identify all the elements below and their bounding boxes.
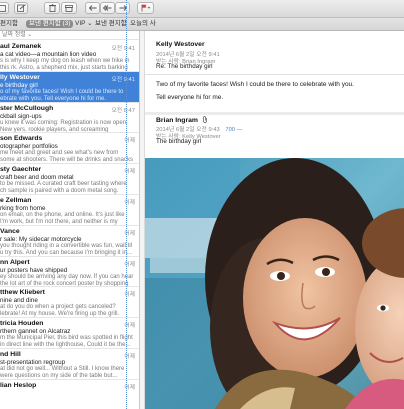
message-body-line: Two of my favorite faces! Wish I could b…	[156, 81, 354, 88]
favorite-sent-selected[interactable]: 보낸 편지함 (3)	[26, 20, 74, 28]
favorite-today[interactable]: 오늘의 사	[127, 20, 159, 28]
reply-button[interactable]	[85, 2, 100, 14]
message-time: 오전 8:47	[111, 107, 135, 114]
mail-window: 편지함 보낸 편지함 (3) VIP ⌄ 보낸 편지함 오늘의 사 날짜 정렬 …	[0, 0, 404, 409]
message-sender: nd Hill	[0, 351, 21, 358]
reply-all-button[interactable]	[100, 2, 115, 14]
message-preview: you thought riding in a convertible was …	[0, 242, 133, 256]
favorite-sent[interactable]: 보낸 편지함	[92, 20, 130, 28]
archive-button[interactable]	[61, 2, 77, 14]
message-preview: on email, on the phone, and online. It's…	[0, 212, 125, 225]
message-sender: sty Gaechter	[0, 166, 42, 174]
message-sender: Brian Ingram	[156, 116, 208, 124]
message-preview: m the Municipal Pier, this bird was spot…	[0, 335, 133, 349]
message-subject: e birthday girl	[0, 81, 38, 89]
message-list-item[interactable]: lian Heslop 어제	[0, 380, 139, 409]
message-list-item[interactable]: tthew Kliebert 어제 nine and dine at do you d…	[0, 287, 139, 319]
delete-button[interactable]	[44, 2, 60, 14]
message-sender: lly Westover	[0, 73, 40, 81]
details-link[interactable]: 700 —	[225, 127, 242, 133]
message-sender: lian Heslop	[0, 381, 37, 389]
message-list-item[interactable]: aul Zemanek 오전 9:41 a cat video—a mountain…	[0, 41, 139, 72]
message-subject: ckball sign-ups	[0, 112, 42, 120]
reply-icon	[88, 5, 96, 11]
message-sender: tricia Houden	[0, 320, 44, 328]
compose-icon	[0, 4, 6, 12]
reply-all-icon	[103, 5, 112, 11]
sender-name: Brian Ingram	[156, 117, 198, 124]
paperclip-icon	[202, 116, 207, 123]
alignment-guide	[126, 0, 127, 409]
message-preview: at did not go well... Without a Still. I…	[0, 366, 125, 379]
reading-pane: Kelly Westover 2014년 6월 2일 오전 9:41 받는 사람…	[145, 31, 404, 409]
message-list-item[interactable]: nd Hill 어제 st-presentation regroup at did n…	[0, 349, 139, 380]
message-preview: to be missed. A curated craft beer tasti…	[0, 181, 127, 195]
message-list-item[interactable]: e Zellman 어제 rking from home on email, on t…	[0, 195, 139, 226]
forward-button[interactable]	[115, 2, 130, 14]
flag-button[interactable]	[137, 2, 154, 14]
message-subject: Re: The birthday girl	[156, 63, 213, 70]
message-sender: tthew Kliebert	[0, 289, 45, 297]
message-sender: nn Alpert	[0, 258, 30, 266]
favorites-bar: 편지함 보낸 편지함 (3) VIP ⌄ 보낸 편지함 오늘의 사	[0, 18, 404, 31]
message-list-item[interactable]: Vance 어제 r sale: My sidecar motorcycle you …	[0, 226, 139, 257]
message-preview: s is why I keep my dog on leash when we …	[0, 58, 130, 71]
message-list-item[interactable]: sty Gaechter 어제 craft beer and doom metal t…	[0, 164, 139, 195]
message-sender: Kelly Westover	[156, 41, 205, 48]
photo-attachment[interactable]	[145, 158, 404, 409]
message-subject: r sale: My sidecar motorcycle	[0, 235, 82, 243]
message-sender: e Zellman	[0, 197, 32, 204]
message-preview: o of my favorite faces! Wish I could be …	[0, 88, 124, 102]
message-preview: ey should be arriving any day now. If yo…	[0, 273, 134, 287]
message-list-item[interactable]: son Edwards 어제 otographer portfolios me mee…	[0, 133, 139, 165]
message-sender: son Edwards	[0, 135, 43, 143]
message-subject: craft beer and doom metal	[0, 174, 74, 182]
message-subject: rking from home	[0, 205, 46, 212]
message-preview: at do you do when a project gets cancele…	[0, 304, 120, 318]
sort-menu[interactable]: 날짜 정렬 ⌄	[0, 31, 139, 40]
photo-image	[145, 158, 404, 409]
message-preview: u knew it was coming: Registration is no…	[0, 119, 128, 133]
message-subject: rthern gannet on Alcatraz	[0, 328, 71, 336]
message-preview: me meet and greet and see what's new fro…	[0, 150, 133, 164]
flag-icon	[141, 4, 150, 12]
archive-icon	[65, 4, 73, 12]
compose-button[interactable]	[0, 2, 9, 14]
trash-icon	[48, 4, 56, 12]
message-subject: The birthday girl	[156, 138, 202, 145]
message-subject: st-presentation regroup	[0, 359, 66, 366]
header-divider	[145, 74, 404, 75]
message-divider	[145, 112, 404, 115]
toolbar	[0, 0, 404, 18]
message-list-item[interactable]: ster McCullough 오전 8:47 ckball sign-ups u k…	[0, 103, 139, 134]
message-list: 날짜 정렬 ⌄ aul Zemanek 오전 9:41 a cat video—a …	[0, 31, 139, 409]
compose-new-button[interactable]	[14, 2, 28, 14]
message-list-item[interactable]: lly Westover 오전 9:41 e birthday girl o of m…	[0, 71, 139, 103]
message-sender: Vance	[0, 227, 20, 235]
favorite-inbox[interactable]: 편지함	[0, 20, 21, 28]
message-sender: ster McCullough	[0, 104, 54, 112]
message-subject: nine and dine	[0, 297, 38, 305]
message-time: 오전 9:41	[111, 46, 135, 52]
message-list-item[interactable]: tricia Houden 어제 rthern gannet on Alcatraz…	[0, 318, 139, 349]
message-subject: ur posters have shipped	[0, 266, 68, 274]
message-sender: aul Zemanek	[0, 43, 42, 50]
message-subject: a cat video—a mountain lion video	[0, 51, 97, 58]
message-subject: otographer portfolios	[0, 143, 58, 151]
message-time: 오전 9:41	[111, 76, 135, 83]
pencil-square-icon	[16, 4, 26, 12]
message-list-item[interactable]: nn Alpert 어제 ur posters have shipped ey sho…	[0, 257, 139, 288]
message-body-line: Tell everyone hi for me.	[156, 94, 224, 101]
